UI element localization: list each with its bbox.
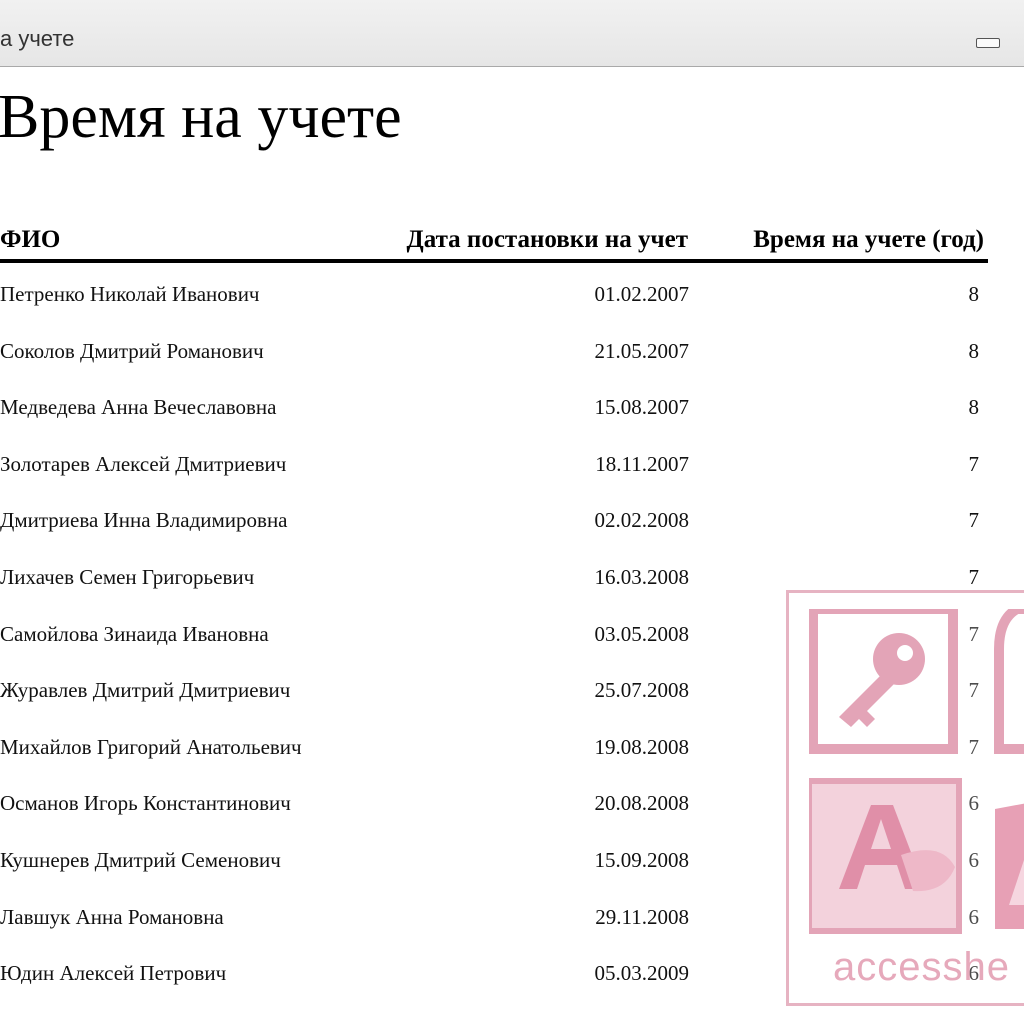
cell-name: Дмитриева Инна Владимировна <box>0 508 288 533</box>
cell-name: Османов Игорь Константинович <box>0 791 291 816</box>
table-row: Юдин Алексей Петрович 05.03.2009 6 <box>0 947 1024 1004</box>
cell-years: 8 <box>968 282 980 306</box>
window-titlebar: а учете <box>0 0 1024 67</box>
cell-name: Медведева Анна Вечеславовна <box>0 395 277 420</box>
report-rows: Петренко Николай Иванович 01.02.2007 8 Соко… <box>0 268 1024 1004</box>
cell-name: Лихачев Семен Григорьевич <box>0 564 255 589</box>
cell-name: Михайлов Григорий Анатольевич <box>0 734 302 759</box>
cell-date: 18.11.2007 <box>595 451 689 476</box>
cell-years: 7 <box>968 451 980 476</box>
cell-date: 05.03.2009 <box>594 961 690 986</box>
cell-years: 8 <box>968 395 980 420</box>
window-title: а учете <box>0 26 75 51</box>
cell-date: 02.02.2008 <box>594 508 690 533</box>
cell-name: Журавлев Дмитрий Дмитриевич <box>0 678 291 703</box>
column-header-years: Время на учете (год) <box>753 226 984 253</box>
cell-years: 8 <box>968 338 980 363</box>
table-row: Журавлев Дмитрий Дмитриевич 25.07.2008 7 <box>0 664 1024 721</box>
table-row: Лихачев Семен Григорьевич 16.03.2008 7 <box>0 551 1024 608</box>
minimize-icon <box>976 38 1000 48</box>
cell-date: 19.08.2008 <box>594 734 690 759</box>
table-row: Петренко Николай Иванович 01.02.2007 8 <box>0 268 1024 325</box>
cell-name: Кушнерев Дмитрий Семенович <box>0 847 281 872</box>
cell-years: 7 <box>968 734 980 759</box>
table-row: Дмитриева Инна Владимировна 02.02.2008 7 <box>0 494 1024 551</box>
cell-name: Самойлова Зинаида Ивановна <box>0 621 269 646</box>
cell-years: 6 <box>968 847 980 872</box>
cell-years: 6 <box>968 904 980 929</box>
table-row: Лавшук Анна Романовна 29.11.2008 6 <box>0 891 1024 948</box>
cell-date: 25.07.2008 <box>594 678 690 703</box>
cell-years: 6 <box>968 791 980 816</box>
table-row: Самойлова Зинаида Ивановна 03.05.2008 7 <box>0 608 1024 665</box>
table-row: Михайлов Григорий Анатольевич 19.08.2008 7 <box>0 721 1024 778</box>
table-row: Османов Игорь Константинович 20.08.2008 6 <box>0 777 1024 834</box>
table-row: Медведева Анна Вечеславовна 15.08.2007 8 <box>0 381 1024 438</box>
table-row: Кушнерев Дмитрий Семенович 15.09.2008 6 <box>0 834 1024 891</box>
cell-years: 7 <box>968 508 980 533</box>
cell-date: 21.05.2007 <box>594 338 690 363</box>
cell-years: 6 <box>968 961 980 986</box>
cell-date: 03.05.2008 <box>594 621 690 646</box>
cell-date: 16.03.2008 <box>594 564 690 589</box>
cell-years: 7 <box>968 564 980 589</box>
cell-date: 15.08.2007 <box>594 395 690 420</box>
table-row: Соколов Дмитрий Романович 21.05.2007 8 <box>0 325 1024 382</box>
cell-date: 15.09.2008 <box>594 847 690 872</box>
table-row: Золотарев Алексей Дмитриевич 18.11.2007 7 <box>0 438 1024 495</box>
cell-years: 7 <box>968 621 980 646</box>
cell-date: 29.11.2008 <box>595 904 689 929</box>
cell-name: Лавшук Анна Романовна <box>0 904 224 929</box>
cell-date: 01.02.2007 <box>594 282 690 306</box>
cell-name: Золотарев Алексей Дмитриевич <box>0 451 287 476</box>
cell-years: 7 <box>968 678 980 703</box>
cell-name: Соколов Дмитрий Романович <box>0 338 264 363</box>
column-header-date: Дата постановки на учет <box>406 226 688 253</box>
minimize-button[interactable] <box>968 30 1006 52</box>
column-header-name: ФИО <box>0 226 61 253</box>
cell-name: Петренко Николай Иванович <box>0 282 260 306</box>
header-divider <box>0 259 988 263</box>
report-title: Время на учете <box>0 83 402 151</box>
cell-name: Юдин Алексей Петрович <box>0 961 227 986</box>
cell-date: 20.08.2008 <box>594 791 690 816</box>
